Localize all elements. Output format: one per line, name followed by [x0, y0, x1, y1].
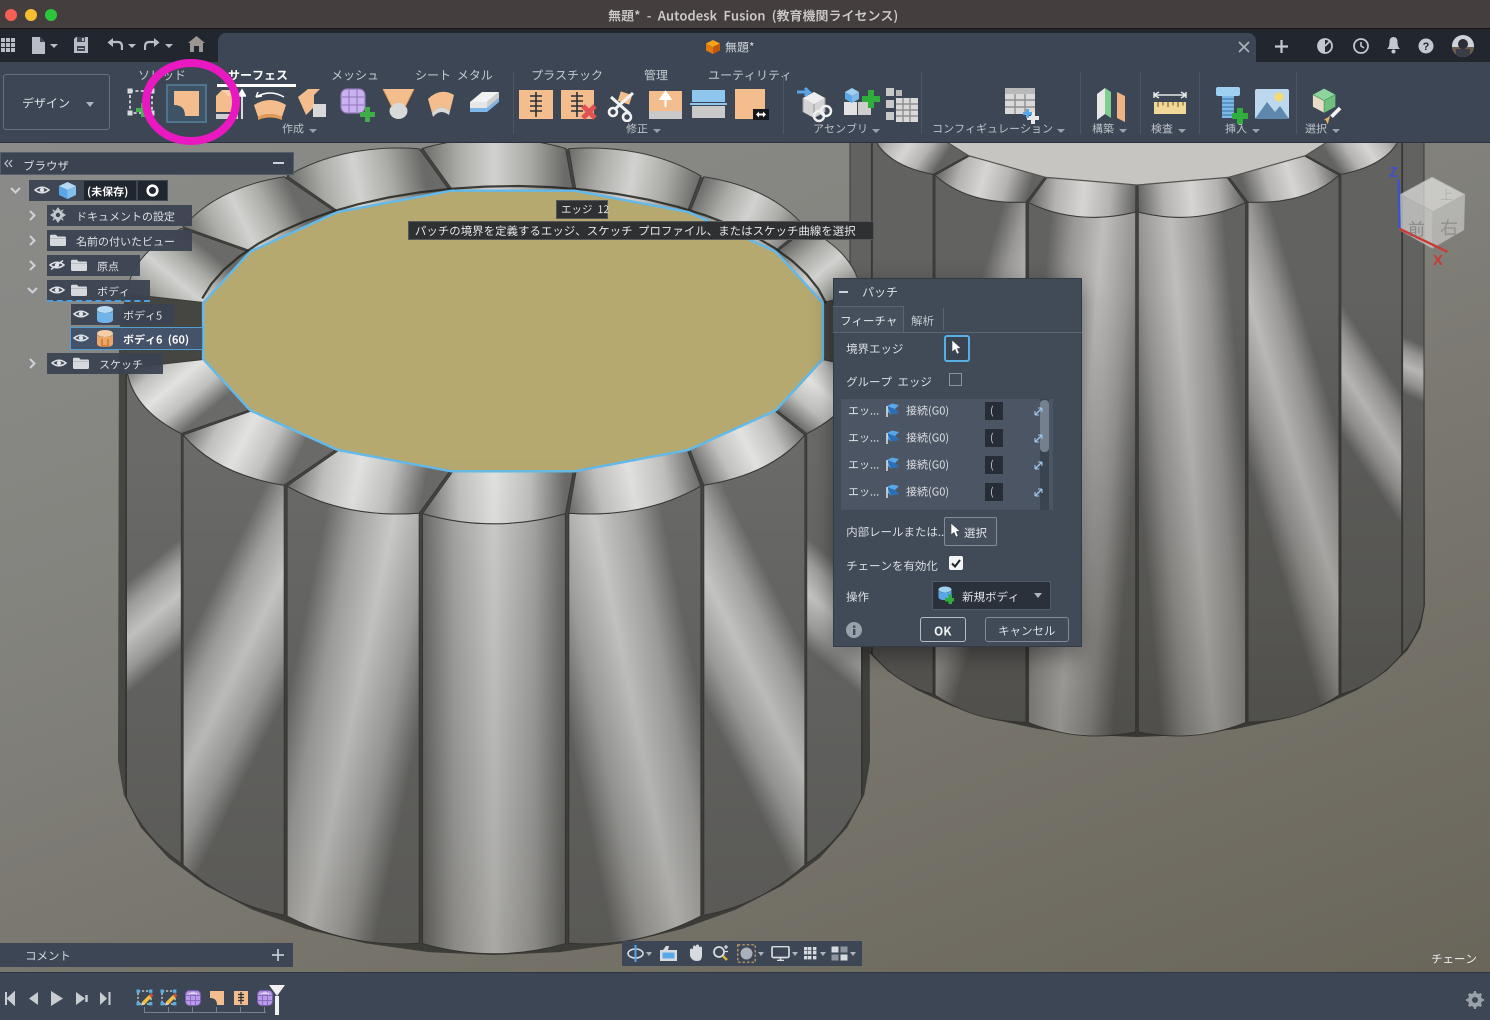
svg-text:X: X — [1433, 253, 1443, 269]
svg-text:Z: Z — [1389, 165, 1398, 181]
svg-text:?: ? — [1423, 41, 1430, 53]
